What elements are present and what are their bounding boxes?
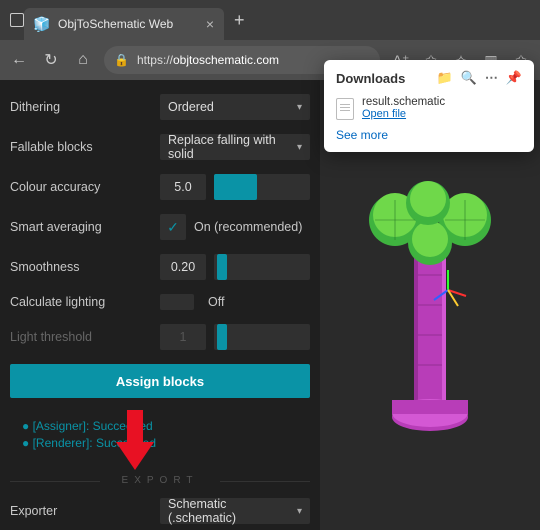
tab-favicon: 🧊 xyxy=(34,16,50,32)
status-renderer: [Renderer]: Succeeded xyxy=(22,436,298,450)
dithering-select[interactable]: Ordered ▾ xyxy=(160,94,310,120)
tab-actions-icon[interactable] xyxy=(10,13,24,27)
lighting-text: Off xyxy=(208,295,224,309)
downloads-popover: Downloads 📁 🔍 ⋯ 📌 result.schematic Open … xyxy=(324,60,534,152)
fallable-label: Fallable blocks xyxy=(10,140,160,154)
light-threshold-label: Light threshold xyxy=(10,330,160,344)
voxel-model-preview xyxy=(340,165,520,445)
export-section-header: EXPORT xyxy=(10,475,310,486)
chevron-down-icon: ▾ xyxy=(297,506,302,517)
exporter-label: Exporter xyxy=(10,504,160,518)
smoothness-label: Smoothness xyxy=(10,260,160,274)
new-tab-button[interactable]: + xyxy=(224,10,255,31)
refresh-button[interactable]: ↻ xyxy=(40,49,62,71)
download-item[interactable]: result.schematic Open file xyxy=(336,96,522,120)
pin-icon[interactable]: 📌 xyxy=(506,70,522,86)
downloads-title: Downloads xyxy=(336,71,405,86)
url-scheme: https:// xyxy=(137,53,173,67)
more-icon[interactable]: ⋯ xyxy=(485,70,498,86)
light-threshold-value: 1 xyxy=(160,324,206,350)
close-icon[interactable]: × xyxy=(206,16,214,32)
lock-icon: 🔒 xyxy=(114,53,129,67)
tab-title: ObjToSchematic Web xyxy=(58,17,198,31)
assign-status-box: [Assigner]: Succeeded [Renderer]: Succee… xyxy=(10,408,310,461)
colour-accuracy-label: Colour accuracy xyxy=(10,180,160,194)
light-threshold-slider xyxy=(214,324,310,350)
smoothness-slider[interactable] xyxy=(214,254,310,280)
lighting-label: Calculate lighting xyxy=(10,295,160,309)
url-host: objtoschematic.com xyxy=(173,53,279,67)
file-icon xyxy=(336,98,354,120)
see-more-link[interactable]: See more xyxy=(336,128,522,142)
chevron-down-icon: ▾ xyxy=(297,102,302,113)
colour-accuracy-slider[interactable] xyxy=(214,174,310,200)
search-icon[interactable]: 🔍 xyxy=(461,70,477,86)
status-assigner: [Assigner]: Succeeded xyxy=(22,419,298,433)
fallable-select[interactable]: Replace falling with solid ▾ xyxy=(160,134,310,160)
chevron-down-icon: ▾ xyxy=(297,142,302,153)
folder-icon[interactable]: 📁 xyxy=(436,70,452,86)
download-filename: result.schematic xyxy=(362,96,445,108)
settings-sidebar: Dithering Ordered ▾ Fallable blocks Repl… xyxy=(0,80,320,530)
home-button[interactable]: ⌂ xyxy=(72,49,94,71)
smart-averaging-checkbox[interactable]: ✓ xyxy=(160,214,186,240)
colour-accuracy-value[interactable]: 5.0 xyxy=(160,174,206,200)
browser-tab[interactable]: 🧊 ObjToSchematic Web × xyxy=(24,8,224,40)
assign-blocks-button[interactable]: Assign blocks xyxy=(10,364,310,398)
smart-averaging-label: Smart averaging xyxy=(10,220,160,234)
back-button[interactable]: ← xyxy=(8,49,30,71)
smoothness-value[interactable]: 0.20 xyxy=(160,254,206,280)
exporter-select[interactable]: Schematic (.schematic) ▾ xyxy=(160,498,310,524)
open-file-link[interactable]: Open file xyxy=(362,108,445,120)
lighting-toggle[interactable] xyxy=(160,294,194,310)
dithering-label: Dithering xyxy=(10,100,160,114)
smart-averaging-text: On (recommended) xyxy=(194,220,302,234)
